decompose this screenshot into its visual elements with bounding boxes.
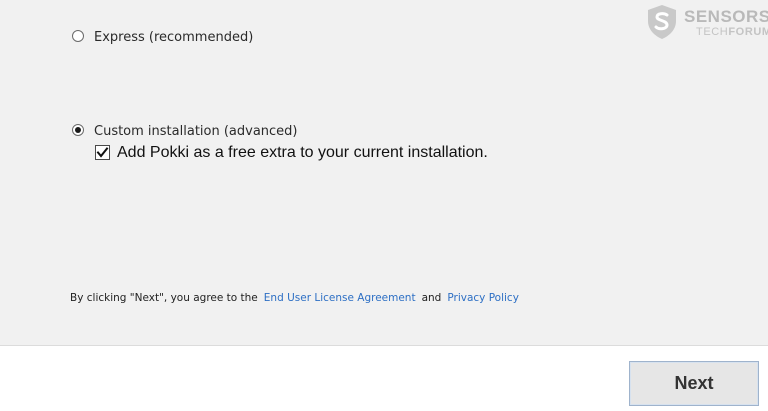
custom-install-radio-label[interactable]: Custom installation (advanced) bbox=[94, 124, 298, 139]
next-button[interactable]: Next bbox=[629, 361, 759, 406]
options-panel: SENSORS TECHFORUM Express (recommended) … bbox=[0, 0, 768, 345]
custom-install-radio[interactable] bbox=[72, 124, 84, 136]
add-pokki-checkbox-label[interactable]: Add Pokki as a free extra to your curren… bbox=[117, 144, 488, 162]
sensors-techforum-watermark: SENSORS TECHFORUM bbox=[646, 4, 768, 40]
agreement-prefix: By clicking "Next", you agree to the bbox=[70, 292, 258, 304]
express-radio-label[interactable]: Express (recommended) bbox=[94, 30, 253, 45]
watermark-line1: SENSORS bbox=[684, 7, 768, 26]
watermark-line2: TECHFORUM bbox=[696, 26, 768, 38]
eula-link[interactable]: End User License Agreement bbox=[264, 292, 416, 304]
privacy-policy-link[interactable]: Privacy Policy bbox=[447, 292, 519, 304]
watermark-line2-light: TECH bbox=[696, 26, 729, 38]
express-radio[interactable] bbox=[72, 30, 84, 42]
agreement-text: By clicking "Next", you agree to the End … bbox=[70, 292, 519, 304]
add-pokki-checkbox[interactable] bbox=[95, 145, 110, 160]
watermark-line2-bold: FORUM bbox=[728, 26, 768, 38]
agreement-conjunction: and bbox=[421, 292, 442, 304]
shield-logo-icon bbox=[648, 5, 676, 39]
checkmark-icon bbox=[96, 147, 109, 158]
